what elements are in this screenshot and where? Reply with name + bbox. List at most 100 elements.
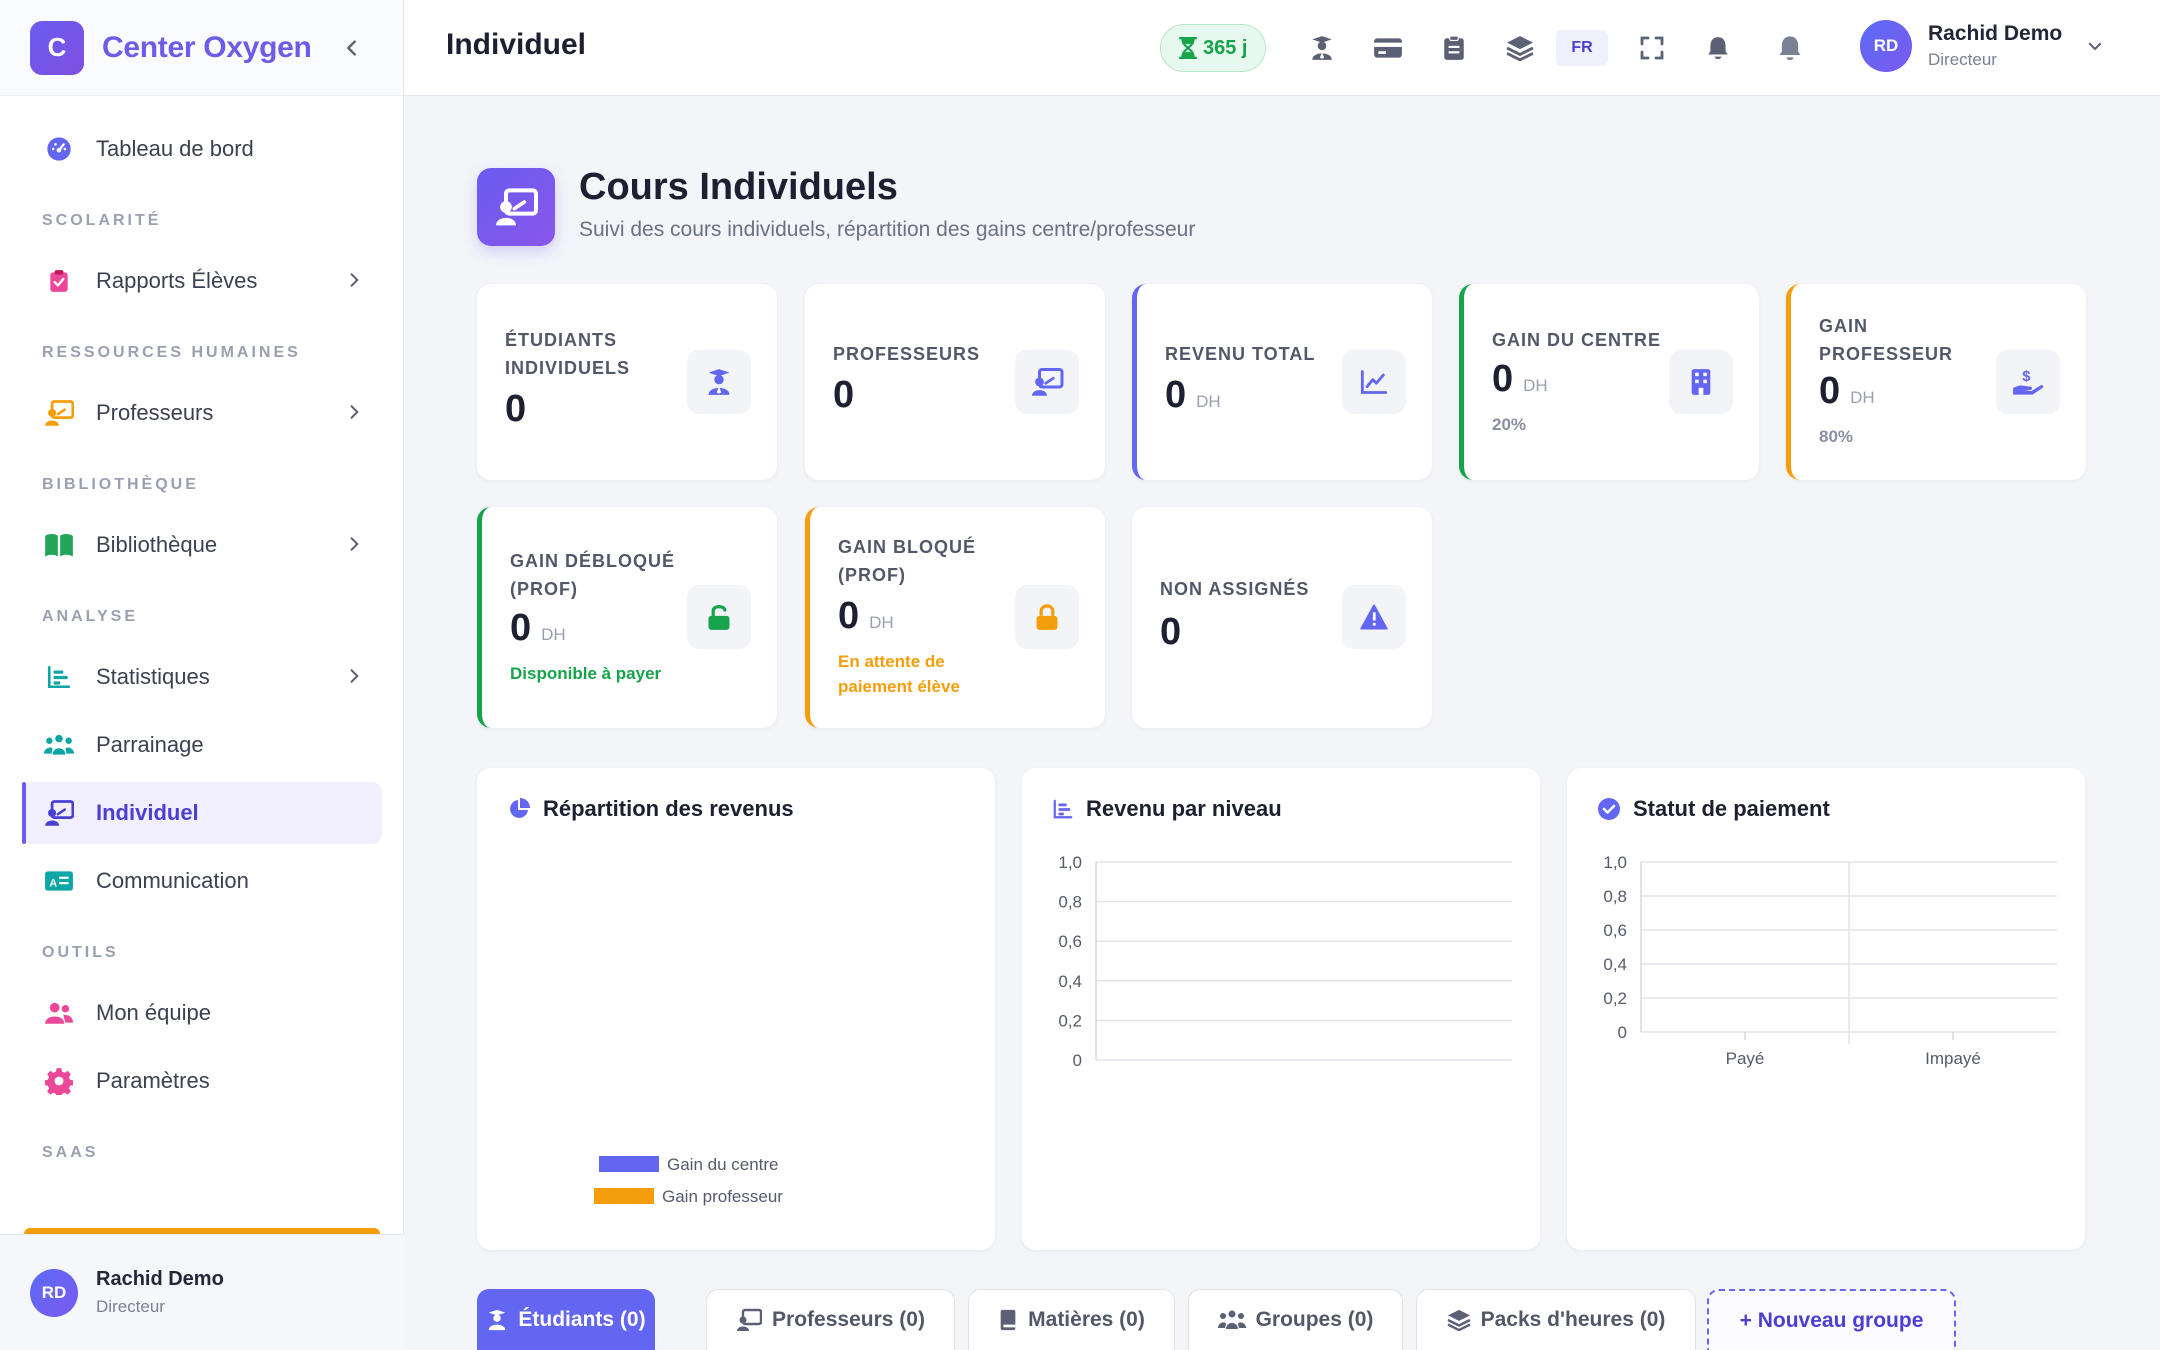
user-name: Rachid Demo	[1928, 22, 2063, 45]
sidebar-item-label: Rapports Élèves	[96, 268, 258, 293]
clipboard-icon	[1444, 35, 1464, 60]
tab-matieres[interactable]: Matières (0)	[968, 1289, 1175, 1350]
user-menu[interactable]: RD Rachid Demo Directeur	[1860, 20, 2104, 72]
tab-etudiants[interactable]: Étudiants (0)	[477, 1289, 655, 1350]
graduate-icon	[1312, 36, 1332, 60]
sidebar-item-communication[interactable]: A Communication	[22, 850, 382, 912]
gear-icon	[44, 1066, 74, 1096]
notifications-button[interactable]	[1700, 30, 1736, 66]
dashboard-icon	[44, 134, 74, 164]
avatar: RD	[1860, 20, 1912, 72]
students-shortcut-button[interactable]	[1304, 30, 1340, 66]
stat-label: GAIN BLOQUÉ (PROF)	[838, 537, 977, 585]
building-icon	[1669, 350, 1733, 414]
teacher-board-icon	[496, 188, 538, 226]
legend-label: Gain du centre	[667, 1155, 779, 1174]
value-number: 0	[510, 607, 532, 649]
expand-icon	[1640, 36, 1664, 60]
hand-dollar-icon: $	[1996, 350, 2060, 414]
y-tick-label: 0,6	[1603, 921, 1627, 940]
sidebar-item-professeurs[interactable]: Professeurs	[22, 382, 382, 444]
value-number: 0	[1165, 374, 1187, 416]
sidebar-item-label: Statistiques	[96, 664, 210, 689]
svg-text:A: A	[49, 877, 57, 889]
reports-shortcut-button[interactable]	[1436, 30, 1472, 66]
chevron-right-icon	[350, 669, 359, 683]
sidebar-item-statistiques[interactable]: Statistiques	[22, 646, 382, 708]
tab-label: Packs d'heures (0)	[1480, 1308, 1666, 1331]
tab-packs-heures[interactable]: Packs d'heures (0)	[1416, 1289, 1696, 1350]
chevron-right-icon	[350, 273, 359, 287]
teacher-board-icon	[1015, 350, 1079, 414]
stat-card-gain-debloque: GAIN DÉBLOQUÉ (PROF) 0 DH Disponible à pa…	[477, 507, 777, 728]
language-selector[interactable]: FR	[1556, 30, 1608, 66]
value-unit: DH	[1196, 392, 1221, 411]
stat-card-gain-bloque: GAIN BLOQUÉ (PROF) 0 DH En attente de pai…	[805, 507, 1105, 728]
tab-professeurs[interactable]: Professeurs (0)	[706, 1289, 955, 1350]
sidebar-item-individuel[interactable]: Individuel	[22, 782, 382, 844]
tab-label: Matières (0)	[1028, 1308, 1145, 1331]
stat-card-gain-centre: GAIN DU CENTRE 0 DH 20%	[1459, 284, 1759, 480]
value-number: 0	[1492, 358, 1514, 400]
chart-line-icon	[1342, 350, 1406, 414]
credit-card-icon	[1374, 38, 1402, 58]
avatar: RD	[30, 1268, 78, 1317]
stat-value: 0 DH	[838, 595, 894, 638]
sidebar-item-dashboard[interactable]: Tableau de bord	[22, 118, 382, 180]
sidebar-item-label: Tableau de bord	[96, 136, 254, 161]
sidebar-item-rapports[interactable]: Rapports Élèves	[22, 250, 382, 312]
sidebar-item-bibliotheque[interactable]: Bibliothèque	[22, 514, 382, 576]
new-group-button[interactable]: + Nouveau groupe	[1707, 1289, 1956, 1350]
payments-shortcut-button[interactable]	[1370, 30, 1406, 66]
user-role: Directeur	[96, 1297, 165, 1316]
tab-label: + Nouveau groupe	[1739, 1308, 1924, 1332]
chevron-down-icon	[2088, 42, 2102, 51]
tab-label: Étudiants (0)	[518, 1308, 646, 1331]
chevron-right-icon	[350, 537, 359, 551]
stat-label: REVENU TOTAL	[1165, 344, 1316, 364]
legend-swatch	[599, 1156, 659, 1172]
stat-card-non-assignes: NON ASSIGNÉS 0	[1132, 507, 1432, 728]
stat-label: GAIN PROFESSEUR	[1819, 316, 1954, 364]
users-group-icon	[1217, 1310, 1246, 1329]
lock-icon	[1015, 585, 1079, 649]
sidebar-user[interactable]: RD Rachid Demo Directeur	[0, 1234, 404, 1350]
book-open-icon	[44, 530, 74, 560]
tab-groupes[interactable]: Groupes (0)	[1188, 1289, 1403, 1350]
page-title: Individuel	[446, 28, 587, 61]
section-outils: OUTILS	[42, 944, 119, 961]
brand-logo: C	[30, 20, 84, 75]
stat-note: Disponible à payer	[510, 664, 662, 683]
value-number: 0	[1819, 370, 1841, 412]
page-heading: Cours Individuels	[579, 166, 898, 208]
subscription-days-badge[interactable]: 365 j	[1160, 24, 1267, 72]
sidebar-nav: Tableau de bord SCOLARITÉ Rapports Élève…	[22, 118, 382, 1182]
sidebar-item-equipe[interactable]: Mon équipe	[22, 982, 382, 1044]
stat-value: 0	[505, 388, 527, 430]
chart-card-niveau: Revenu par niveau 1,0 0,8 0,6 0,4 0,2 0	[1022, 768, 1540, 1250]
fullscreen-button[interactable]	[1634, 30, 1670, 66]
page-subtitle: Suivi des cours individuels, répartition…	[579, 218, 1196, 241]
niveau-bar-chart: 1,0 0,8 0,6 0,4 0,2 0	[1058, 853, 1512, 1070]
y-tick-label: 0,4	[1058, 972, 1082, 991]
teacher-icon	[44, 398, 74, 428]
stat-label: ÉTUDIANTS INDIVIDUELS	[505, 330, 631, 378]
hourglass-icon	[1179, 37, 1197, 59]
sidebar-item-parametres[interactable]: Paramètres	[22, 1050, 382, 1112]
sidebar-item-label: Mon équipe	[96, 1000, 211, 1025]
stat-card-revenu-total: REVENU TOTAL 0 DH	[1132, 284, 1432, 480]
section-analyse: ANALYSE	[42, 608, 138, 625]
stat-value: 0 DH	[1819, 370, 1875, 413]
stat-label: GAIN DU CENTRE	[1492, 330, 1662, 350]
x-tick-label: Impayé	[1925, 1049, 1981, 1068]
user-role: Directeur	[1928, 50, 1997, 69]
y-tick-label: 1,0	[1058, 853, 1082, 872]
alerts-button[interactable]	[1772, 30, 1808, 66]
layers-shortcut-button[interactable]	[1502, 30, 1538, 66]
tab-label: Professeurs (0)	[772, 1308, 925, 1331]
graduate-icon	[489, 1309, 506, 1331]
stat-card-etudiants: ÉTUDIANTS INDIVIDUELS 0	[477, 284, 777, 480]
stat-value: 0 DH	[510, 607, 566, 650]
collapse-sidebar-button[interactable]	[334, 30, 370, 66]
sidebar-item-parrainage[interactable]: Parrainage	[22, 714, 382, 776]
